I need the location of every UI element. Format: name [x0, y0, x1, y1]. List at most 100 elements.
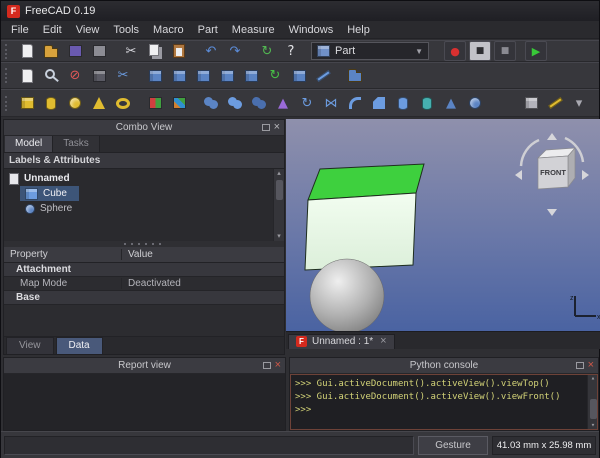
- axonometric-view-icon[interactable]: [143, 65, 167, 86]
- close-panel-icon[interactable]: ×: [588, 360, 594, 371]
- paste-icon[interactable]: [167, 41, 191, 62]
- tab-view[interactable]: View: [6, 337, 54, 354]
- menu-help[interactable]: Help: [340, 21, 377, 38]
- property-row-map-mode[interactable]: Map Mode Deactivated: [4, 277, 284, 291]
- fit-all-icon[interactable]: [39, 65, 63, 86]
- scroll-down-icon[interactable]: ▾: [277, 232, 281, 241]
- open-document-icon[interactable]: [39, 41, 63, 62]
- menu-tools[interactable]: Tools: [106, 21, 146, 38]
- measure-linear-icon[interactable]: [543, 93, 567, 114]
- scroll-thumb[interactable]: [276, 180, 283, 200]
- nav-cube-front-label[interactable]: FRONT: [540, 168, 566, 177]
- property-group-attachment[interactable]: Attachment: [4, 263, 284, 277]
- rotate-view-icon[interactable]: ↻: [263, 65, 287, 86]
- report-view-body[interactable]: [4, 374, 285, 430]
- value-column-header[interactable]: Value: [122, 249, 284, 260]
- close-panel-icon[interactable]: ×: [274, 122, 280, 133]
- tree-item-cube[interactable]: Cube: [20, 186, 79, 201]
- new-document-icon[interactable]: [15, 41, 39, 62]
- gesture-button[interactable]: Gesture: [418, 436, 488, 455]
- draw-style-icon[interactable]: ⊘: [63, 65, 87, 86]
- create-primitives-icon[interactable]: [143, 93, 167, 114]
- workbench-selector[interactable]: Part ▼: [311, 42, 429, 60]
- extrude-icon[interactable]: ▲: [271, 93, 295, 114]
- console-prompt[interactable]: >>>: [295, 404, 593, 417]
- cut-icon[interactable]: ✂: [119, 41, 143, 62]
- measure-angular-icon[interactable]: ▾: [567, 93, 591, 114]
- redo-icon[interactable]: ↷: [223, 41, 247, 62]
- close-panel-icon[interactable]: ×: [275, 360, 281, 371]
- boolean-cut-icon[interactable]: [223, 93, 247, 114]
- measure-distance-icon[interactable]: [311, 65, 335, 86]
- macro-stop-button[interactable]: ■: [469, 41, 491, 61]
- fillet-icon[interactable]: [343, 93, 367, 114]
- loft-icon[interactable]: [391, 93, 415, 114]
- tab-tasks[interactable]: Tasks: [53, 136, 100, 152]
- mirror-icon[interactable]: ⋈: [319, 93, 343, 114]
- top-view-icon[interactable]: [191, 65, 215, 86]
- menu-file[interactable]: File: [4, 21, 36, 38]
- close-tab-icon[interactable]: ×: [380, 336, 386, 347]
- combo-view-header[interactable]: Combo View ×: [4, 120, 284, 136]
- python-console-body[interactable]: >>> Gui.activeDocument().activeView().vi…: [290, 374, 598, 430]
- console-scrollbar[interactable]: ▴ ▾: [587, 374, 598, 430]
- offset-icon[interactable]: ▲: [439, 93, 463, 114]
- save-icon[interactable]: [63, 41, 87, 62]
- whats-this-icon[interactable]: ?: [279, 41, 303, 62]
- tree-item-sphere[interactable]: Sphere: [20, 201, 84, 216]
- clip-plane-icon[interactable]: ✂: [111, 65, 135, 86]
- boolean-union-icon[interactable]: [199, 93, 223, 114]
- 3d-viewport[interactable]: FRONT z x: [286, 119, 600, 331]
- group-folder-icon[interactable]: [343, 65, 367, 86]
- measure-toggle-icon[interactable]: [519, 93, 543, 114]
- scroll-thumb[interactable]: [590, 399, 597, 419]
- menu-windows[interactable]: Windows: [282, 21, 341, 38]
- primitive-box-icon[interactable]: [15, 93, 39, 114]
- property-column-header[interactable]: Property: [4, 249, 122, 260]
- primitive-torus-icon[interactable]: [111, 93, 135, 114]
- menu-view[interactable]: View: [69, 21, 107, 38]
- float-panel-icon[interactable]: [263, 362, 271, 369]
- sphere-object[interactable]: [310, 259, 384, 331]
- right-view-icon[interactable]: [215, 65, 239, 86]
- tab-data[interactable]: Data: [56, 337, 103, 354]
- copy-icon[interactable]: [143, 41, 167, 62]
- sweep-icon[interactable]: [415, 93, 439, 114]
- print-icon[interactable]: [87, 41, 111, 62]
- bottom-view-icon[interactable]: [287, 65, 311, 86]
- primitive-sphere-icon[interactable]: [63, 93, 87, 114]
- viewport-canvas[interactable]: FRONT z x: [286, 119, 600, 331]
- menu-measure[interactable]: Measure: [225, 21, 282, 38]
- shape-builder-icon[interactable]: [167, 93, 191, 114]
- property-group-base[interactable]: Base: [4, 291, 284, 305]
- refresh-icon[interactable]: ↻: [255, 41, 279, 62]
- rear-view-icon[interactable]: [239, 65, 263, 86]
- float-panel-icon[interactable]: [576, 362, 584, 369]
- titlebar[interactable]: F FreeCAD 0.19: [1, 1, 599, 21]
- menu-edit[interactable]: Edit: [36, 21, 69, 38]
- cube-object[interactable]: [305, 164, 424, 270]
- texture-cube-icon[interactable]: [87, 65, 111, 86]
- menu-part[interactable]: Part: [191, 21, 225, 38]
- scroll-up-icon[interactable]: ▴: [277, 169, 281, 178]
- chamfer-icon[interactable]: [367, 93, 391, 114]
- document-tab[interactable]: F Unnamed : 1* ×: [288, 334, 395, 349]
- tree-scrollbar[interactable]: ▴ ▾: [273, 169, 284, 241]
- scroll-up-icon[interactable]: ▴: [591, 374, 595, 383]
- primitive-cylinder-icon[interactable]: [39, 93, 63, 114]
- thickness-icon[interactable]: [463, 93, 487, 114]
- float-panel-icon[interactable]: [262, 124, 270, 131]
- primitive-cone-icon[interactable]: [87, 93, 111, 114]
- tab-model[interactable]: Model: [5, 136, 53, 152]
- document-icon[interactable]: [15, 65, 39, 86]
- macros-dialog-button[interactable]: ■: [494, 41, 516, 61]
- scroll-down-icon[interactable]: ▾: [591, 421, 595, 430]
- undo-icon[interactable]: ↶: [199, 41, 223, 62]
- execute-macro-button[interactable]: ▶: [525, 41, 547, 61]
- tree-item-document[interactable]: Unnamed: [4, 171, 82, 186]
- revolve-icon[interactable]: ↻: [295, 93, 319, 114]
- macro-record-button[interactable]: ●: [444, 41, 466, 61]
- python-console-header[interactable]: Python console ×: [290, 358, 598, 374]
- boolean-common-icon[interactable]: [247, 93, 271, 114]
- report-view-header[interactable]: Report view ×: [4, 358, 285, 374]
